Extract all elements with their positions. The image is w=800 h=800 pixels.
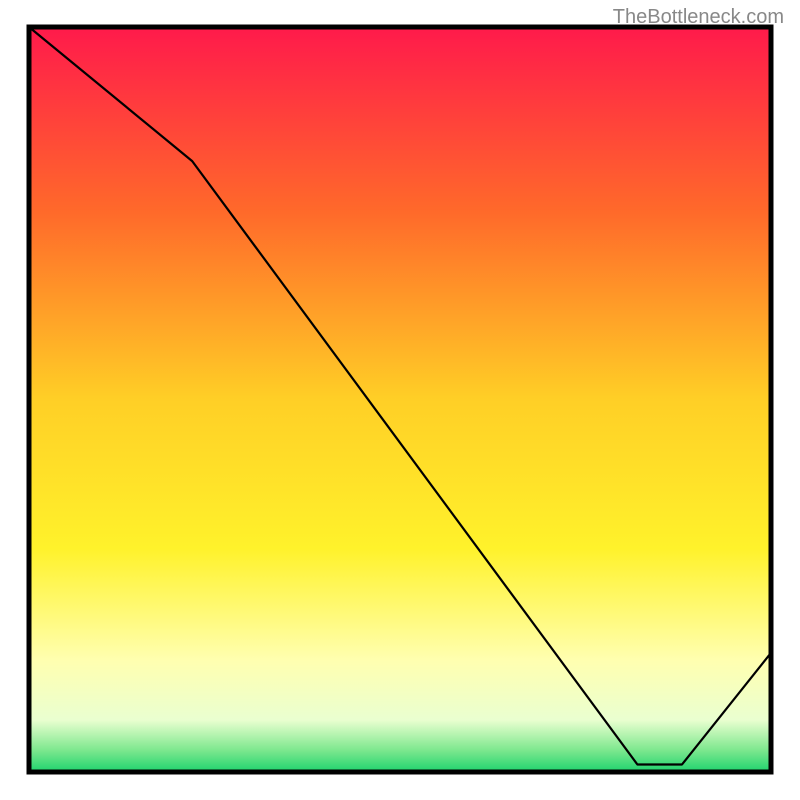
bottleneck-chart: [0, 0, 800, 800]
gradient-background: [29, 27, 771, 772]
attribution-text: TheBottleneck.com: [613, 6, 784, 29]
